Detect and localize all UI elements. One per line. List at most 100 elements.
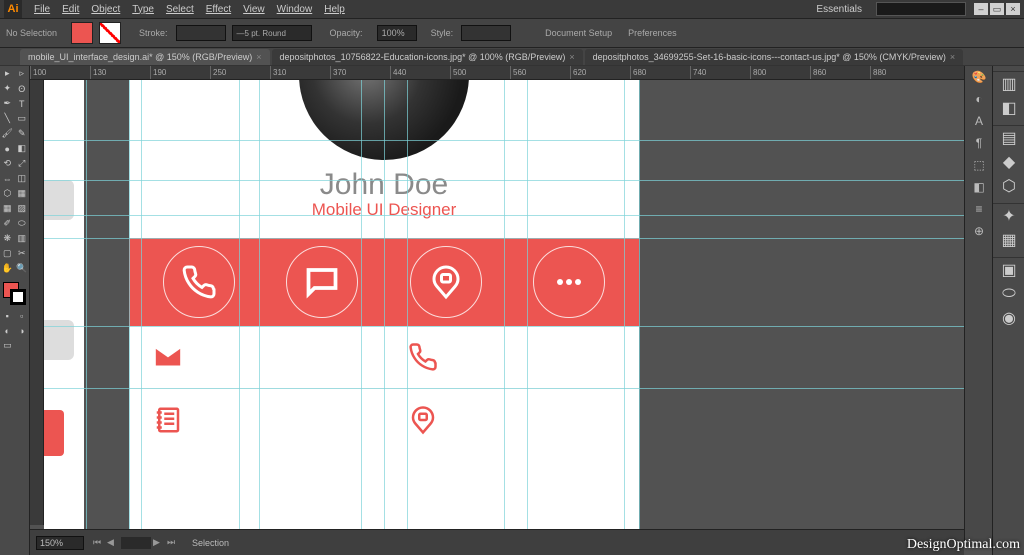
panel-icon[interactable]: 🎨 [965,66,993,88]
stroke-profile[interactable]: — 5 pt. Round [232,25,312,41]
phone-outline-icon[interactable] [384,326,639,388]
mail-icon[interactable] [129,326,384,388]
guide[interactable] [141,80,142,529]
pen-tool[interactable]: ✒ [0,96,15,111]
stroke-swatch[interactable] [99,22,121,44]
preferences-button[interactable]: Preferences [620,28,685,38]
first-artboard-button[interactable]: ⏮ [93,537,105,549]
rotate-tool[interactable]: ⟲ [0,156,15,171]
zoom-input[interactable]: 150% [36,536,84,550]
tab-3[interactable]: depositphotos_34699255-Set-16-basic-icon… [585,49,964,65]
panel-icon[interactable]: A [965,110,993,132]
panel-icon[interactable]: ◆ [993,150,1024,174]
guide[interactable] [259,80,260,529]
notebook-icon[interactable] [129,389,384,450]
draw-behind[interactable]: ◑ [15,323,30,338]
panel-icon[interactable]: ▤ [993,126,1024,150]
direct-selection-tool[interactable]: ▹ [15,66,30,81]
line-tool[interactable]: ╲ [0,111,15,126]
placeholder-shape[interactable] [44,180,74,220]
last-artboard-button[interactable]: ⏭ [167,537,179,549]
menu-edit[interactable]: Edit [56,4,85,15]
fill-swatch[interactable] [71,22,93,44]
perspective-tool[interactable]: ▦ [15,186,30,201]
style-input[interactable] [461,25,511,41]
draw-normal[interactable]: ◐ [0,323,15,338]
guide[interactable] [129,80,130,529]
guide[interactable] [44,388,964,389]
free-transform-tool[interactable]: ◫ [15,171,30,186]
menu-help[interactable]: Help [318,4,351,15]
guide[interactable] [86,80,87,529]
panel-icon[interactable]: ≡ [965,198,993,220]
menu-type[interactable]: Type [126,4,160,15]
tab-2[interactable]: depositphotos_10756822-Education-icons.j… [272,49,583,65]
horizontal-ruler[interactable]: 1001301902503103704405005606206807408008… [30,66,992,80]
panel-icon[interactable]: ⬡ [993,174,1024,198]
guide[interactable] [44,140,964,141]
screen-mode[interactable]: ▭ [0,338,15,353]
graph-tool[interactable]: ▥ [15,231,30,246]
panel-icon[interactable]: ◉ [993,306,1024,330]
panel-icon[interactable]: ▥ [993,72,1024,96]
close-icon[interactable]: × [569,52,574,62]
guide[interactable] [44,238,964,239]
selection-tool[interactable]: ▸ [0,66,15,81]
color-mode[interactable]: ▪ [0,308,15,323]
rectangle-tool[interactable]: ▭ [15,111,30,126]
gradient-mode[interactable]: ▫ [15,308,30,323]
minimize-button[interactable]: – [974,3,988,15]
stroke-weight-input[interactable] [176,25,226,41]
eyedropper-tool[interactable]: ✐ [0,216,15,231]
hand-tool[interactable]: ✋ [0,261,15,276]
panel-icon[interactable]: ⬚ [965,154,993,176]
scale-tool[interactable]: ⤢ [15,156,30,171]
menu-effect[interactable]: Effect [200,4,237,15]
paintbrush-tool[interactable]: 🖌 [0,126,15,141]
panel-icon[interactable]: ◧ [965,176,993,198]
opacity-input[interactable]: 100% [377,25,417,41]
workspace-switcher[interactable]: Essentials [802,4,876,15]
opacity-label[interactable]: Opacity: [322,28,371,38]
menu-file[interactable]: File [28,4,56,15]
maximize-button[interactable]: ▭ [990,3,1004,15]
panel-icon[interactable]: ✦ [993,204,1024,228]
blob-brush-tool[interactable]: ● [0,141,15,156]
blend-tool[interactable]: ⬭ [15,216,30,231]
style-label[interactable]: Style: [423,28,462,38]
width-tool[interactable]: ⇔ [0,171,15,186]
symbol-sprayer-tool[interactable]: ❋ [0,231,15,246]
guide[interactable] [624,80,625,529]
panel-icon[interactable]: ⊕ [965,220,993,242]
guide[interactable] [44,180,964,181]
guide[interactable] [407,80,408,529]
fill-stroke-control[interactable] [0,280,29,308]
stroke-label[interactable]: Stroke: [131,28,176,38]
guide[interactable] [384,80,385,529]
phone-icon[interactable] [163,246,235,318]
lasso-tool[interactable]: ʘ [15,81,30,96]
location-chat-outline-icon[interactable] [384,389,639,450]
artboard-nav[interactable] [121,537,151,549]
vertical-ruler[interactable] [30,80,44,525]
location-chat-icon[interactable] [410,246,482,318]
close-icon[interactable]: × [256,52,261,62]
gradient-tool[interactable]: ▨ [15,201,30,216]
slice-tool[interactable]: ✂ [15,246,30,261]
search-input[interactable] [876,2,966,16]
chat-icon[interactable] [286,246,358,318]
panel-icon[interactable]: ◧ [993,96,1024,120]
mesh-tool[interactable]: ▦ [0,201,15,216]
tab-active[interactable]: mobile_UI_interface_design.ai* @ 150% (R… [20,49,270,65]
guide[interactable] [239,80,240,529]
guide[interactable] [361,80,362,529]
panel-icon[interactable]: ▦ [993,228,1024,252]
panel-icon[interactable]: ⬭ [993,282,1024,306]
menu-window[interactable]: Window [271,4,319,15]
pencil-tool[interactable]: ✎ [15,126,30,141]
next-artboard-button[interactable]: ▶ [153,537,165,549]
zoom-tool[interactable]: 🔍 [15,261,30,276]
menu-select[interactable]: Select [160,4,200,15]
guide[interactable] [504,80,505,529]
close-icon[interactable]: × [950,52,955,62]
